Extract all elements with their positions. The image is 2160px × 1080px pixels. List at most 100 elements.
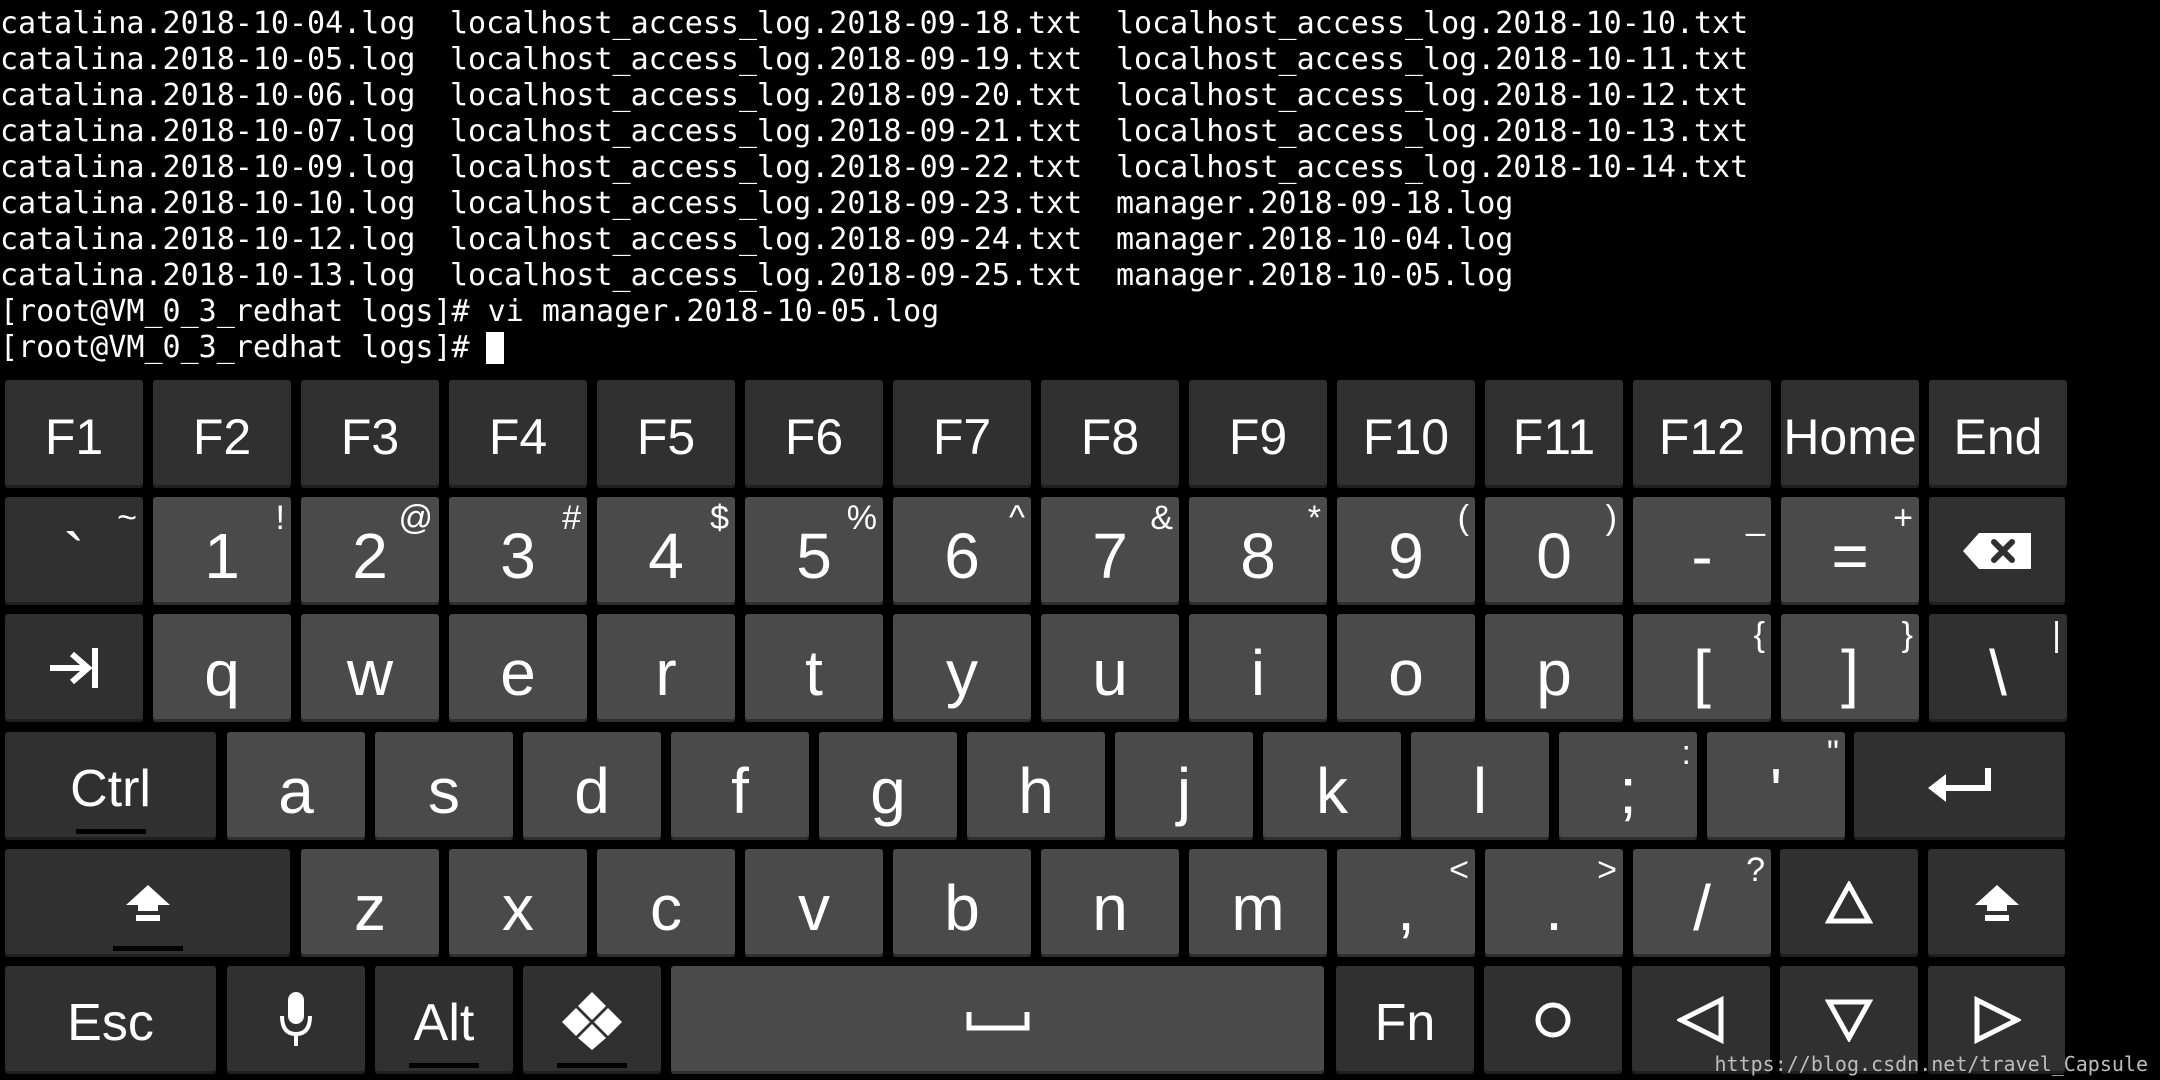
key-label: Ctrl [70, 760, 151, 818]
key-3[interactable]: 3 # [449, 497, 587, 605]
enter-key[interactable] [1854, 732, 2065, 840]
key-q[interactable]: q [153, 614, 291, 722]
file-name: localhost_access_log.2018-09-25.txt [450, 258, 1083, 293]
key-f8[interactable]: F8 [1041, 380, 1179, 488]
key-f1[interactable]: F1 [5, 380, 143, 488]
key-n[interactable]: n [1041, 849, 1179, 957]
key-semicolon[interactable]: ;: [1559, 732, 1697, 840]
key-f5[interactable]: F5 [597, 380, 735, 488]
key-f9[interactable]: F9 [1189, 380, 1327, 488]
key-alt-label: $ [710, 499, 729, 537]
key-label: End [1953, 409, 2043, 465]
shift-right-key[interactable] [1928, 849, 2065, 957]
key-f12[interactable]: F12 [1633, 380, 1771, 488]
diamond-key[interactable] [523, 966, 661, 1074]
key-4[interactable]: 4 $ [597, 497, 735, 605]
prompt-line[interactable]: [root@VM_0_3_redhat logs]# [0, 330, 2160, 366]
key-j[interactable]: j [1115, 732, 1253, 840]
shift-left-key[interactable] [5, 849, 290, 957]
space-key[interactable] [671, 966, 1324, 1074]
key-m[interactable]: m [1189, 849, 1327, 957]
alt-indicator [409, 1063, 479, 1068]
key-x[interactable]: x [449, 849, 587, 957]
key-r[interactable]: r [597, 614, 735, 722]
key-f11[interactable]: F11 [1485, 380, 1623, 488]
key-t[interactable]: t [745, 614, 883, 722]
key-1[interactable]: 1! [153, 497, 291, 605]
file-name: localhost_access_log.2018-09-24.txt [450, 222, 1083, 257]
key-f2[interactable]: F2 [153, 380, 291, 488]
key-g[interactable]: g [819, 732, 957, 840]
key-a[interactable]: a [227, 732, 365, 840]
key-alt-label: ! [275, 499, 285, 537]
key-label: F6 [784, 409, 844, 465]
terminal-line: catalina.2018-10-05.log localhost_access_… [0, 42, 2160, 78]
key-label: y [946, 637, 978, 709]
key-b[interactable]: b [893, 849, 1031, 957]
key-end[interactable]: End [1929, 380, 2067, 488]
terminal-screen[interactable]: catalina.2018-10-04.log localhost_access_… [0, 0, 2160, 372]
circle-icon [1535, 1002, 1571, 1038]
key-z[interactable]: z [301, 849, 439, 957]
key-f4[interactable]: F4 [449, 380, 587, 488]
key-w[interactable]: w [301, 614, 439, 722]
key-5[interactable]: 5% [745, 497, 883, 605]
key-s[interactable]: s [375, 732, 513, 840]
tab-key[interactable] [5, 614, 143, 722]
key-right-bracket[interactable]: ]} [1781, 614, 1919, 722]
key-p[interactable]: p [1485, 614, 1623, 722]
key-2[interactable]: 2 @ [301, 497, 439, 605]
key-label: F12 [1658, 409, 1746, 465]
key-quote[interactable]: ' " [1707, 732, 1845, 840]
key-f3[interactable]: F3 [301, 380, 439, 488]
key-7[interactable]: 7 & [1041, 497, 1179, 605]
key-slash[interactable]: /? [1633, 849, 1771, 957]
key-label: Esc [67, 994, 154, 1052]
key-u[interactable]: u [1041, 614, 1179, 722]
key-backslash[interactable]: \ | [1929, 614, 2067, 722]
key-y[interactable]: y [893, 614, 1031, 722]
key-d[interactable]: d [523, 732, 661, 840]
key-e[interactable]: e [449, 614, 587, 722]
key-i[interactable]: i [1189, 614, 1327, 722]
key-label: m [1231, 872, 1285, 944]
key-h[interactable]: h [967, 732, 1105, 840]
backspace-key[interactable] [1929, 497, 2065, 605]
fn-key[interactable]: Fn [1336, 966, 1474, 1074]
alt-key[interactable]: Alt [375, 966, 513, 1074]
key-0[interactable]: 0) [1485, 497, 1623, 605]
backspace-icon [1963, 533, 2031, 569]
key-label: ' [1769, 755, 1783, 827]
key-comma[interactable]: , < [1337, 849, 1475, 957]
diamond-indicator [557, 1063, 627, 1068]
key-label: r [655, 637, 677, 709]
key-label: x [502, 872, 534, 944]
circle-key[interactable] [1484, 966, 1622, 1074]
key-label: F11 [1512, 409, 1596, 465]
key-alt-label: ) [1605, 499, 1617, 537]
arrow-right-icon [1974, 996, 2021, 1044]
key-k[interactable]: k [1263, 732, 1401, 840]
key-home[interactable]: Home [1781, 380, 1919, 488]
esc-key[interactable]: Esc [5, 966, 216, 1074]
key-l[interactable]: l [1411, 732, 1549, 840]
key-c[interactable]: c [597, 849, 735, 957]
key-label: u [1092, 637, 1128, 709]
key-f[interactable]: f [671, 732, 809, 840]
key-o[interactable]: o [1337, 614, 1475, 722]
microphone-key[interactable] [227, 966, 365, 1074]
key-f7[interactable]: F7 [893, 380, 1031, 488]
key-period[interactable]: . > [1485, 849, 1623, 957]
key-equals[interactable]: = + [1781, 497, 1919, 605]
key-f10[interactable]: F10 [1337, 380, 1475, 488]
key-left-bracket[interactable]: [{ [1633, 614, 1771, 722]
key-backtick[interactable]: ` ~ [5, 497, 143, 605]
ctrl-key[interactable]: Ctrl [5, 732, 216, 840]
key-8[interactable]: 8 * [1189, 497, 1327, 605]
key-6[interactable]: 6 ^ [893, 497, 1031, 605]
key-minus[interactable]: - _ [1633, 497, 1771, 605]
key-9[interactable]: 9( [1337, 497, 1475, 605]
key-f6[interactable]: F6 [745, 380, 883, 488]
arrow-up-key[interactable] [1780, 849, 1918, 957]
key-v[interactable]: v [745, 849, 883, 957]
